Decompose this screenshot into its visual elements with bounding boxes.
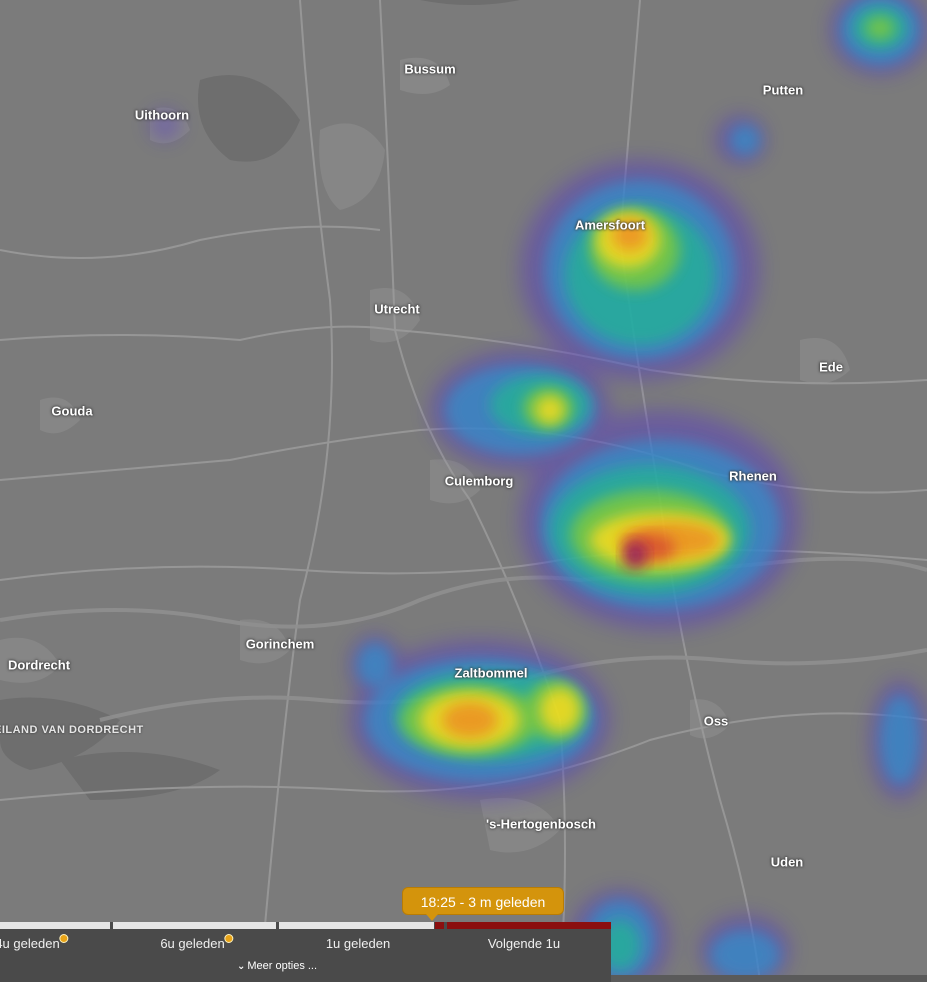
- city-label-rhenen: Rhenen: [729, 468, 777, 484]
- city-label-utrecht: Utrecht: [374, 301, 420, 317]
- timeline-label-volgende[interactable]: Volgende 1u: [488, 936, 560, 951]
- timeline-label-4u[interactable]: 4u geleden: [0, 934, 69, 951]
- timeline-track[interactable]: [0, 922, 611, 929]
- chevron-down-icon: ⌄: [236, 961, 246, 972]
- city-label-culemborg: Culemborg: [444, 473, 514, 489]
- radar-map[interactable]: [0, 0, 927, 982]
- city-label-uden: Uden: [770, 854, 804, 870]
- city-label-dordrecht: Dordrecht: [7, 657, 71, 673]
- city-label-uithoorn: Uithoorn: [134, 107, 190, 123]
- city-label-zaltbommel: Zaltbommel: [454, 665, 528, 681]
- city-label-oss: Oss: [703, 713, 729, 729]
- premium-star-icon: [59, 934, 69, 943]
- current-time-tooltip: 18:25 - 3 m geleden: [402, 887, 564, 915]
- region-label-eiland-van-dordrecht: EILAND VAN DORDRECHT: [0, 724, 144, 736]
- city-label-amersfoort: Amersfoort: [574, 217, 646, 233]
- city-label-gouda: Gouda: [51, 403, 93, 419]
- tooltip-arrow-icon: [426, 914, 438, 921]
- city-label-bussum: Bussum: [404, 61, 456, 77]
- city-label-gorinchem: Gorinchem: [245, 636, 315, 652]
- more-options-button[interactable]: ⌄ Meer opties ...: [237, 960, 317, 972]
- timeline-segment-forecast[interactable]: [447, 922, 611, 929]
- city-label-ede: Ede: [819, 359, 843, 375]
- bottom-edge-strip: [611, 975, 927, 982]
- timeline-segment-past-4h[interactable]: [0, 922, 110, 929]
- timeline-segment-past-1h[interactable]: [279, 922, 434, 929]
- timeline-label-1u[interactable]: 1u geleden: [326, 936, 390, 951]
- timeline-segment-past-6h[interactable]: [113, 922, 276, 929]
- city-label-putten: Putten: [762, 82, 804, 98]
- premium-star-icon: [224, 934, 234, 943]
- timeline-label-6u[interactable]: 6u geleden: [160, 934, 234, 951]
- timeline-panel: 4u geleden 6u geleden 1u geleden Volgend…: [0, 922, 611, 982]
- city-label-s-hertogenbosch: 's-Hertogenbosch: [486, 816, 596, 832]
- timeline-current-marker[interactable]: [435, 922, 444, 929]
